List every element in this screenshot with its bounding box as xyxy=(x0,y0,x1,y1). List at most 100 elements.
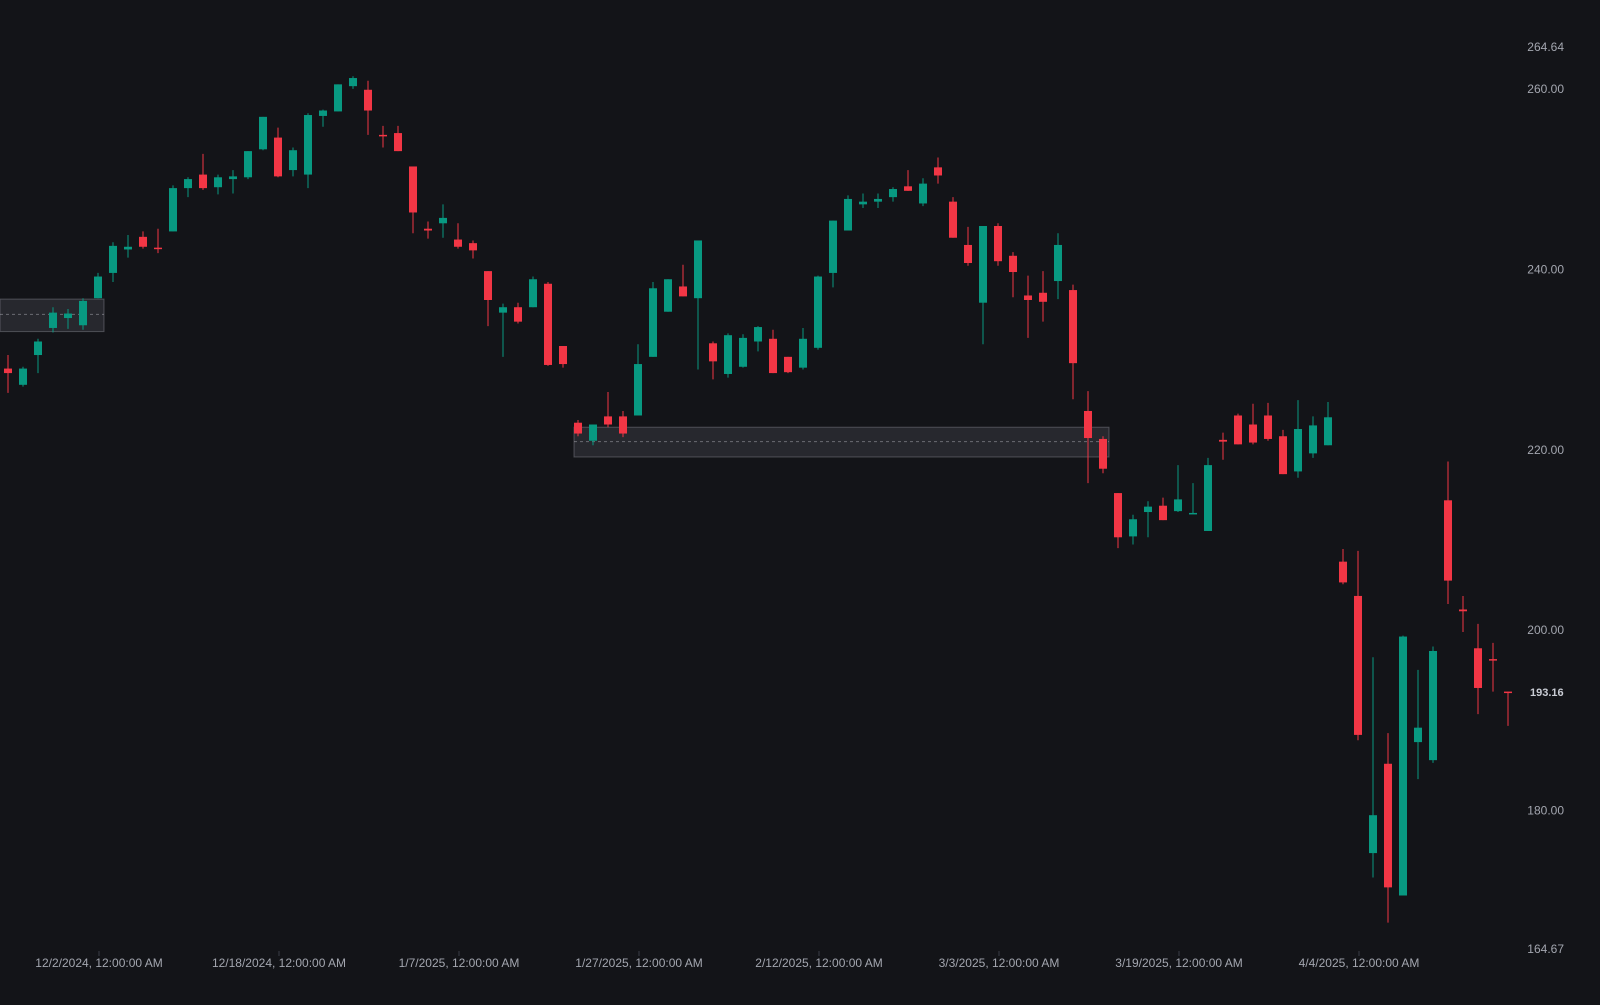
candle[interactable] xyxy=(1489,642,1497,692)
candle[interactable] xyxy=(1414,669,1422,780)
candle[interactable] xyxy=(199,153,207,190)
candle[interactable] xyxy=(169,185,177,232)
candle[interactable] xyxy=(814,275,822,350)
candle[interactable] xyxy=(94,272,102,299)
candle[interactable] xyxy=(844,195,852,231)
candle[interactable] xyxy=(829,220,837,288)
candle[interactable] xyxy=(1144,501,1152,538)
candle[interactable] xyxy=(499,303,507,357)
candle[interactable] xyxy=(1054,233,1062,300)
candle[interactable] xyxy=(1219,432,1227,460)
candle[interactable] xyxy=(259,116,267,151)
candle[interactable] xyxy=(1099,436,1107,474)
candle[interactable] xyxy=(1159,497,1167,521)
candle[interactable] xyxy=(1384,733,1392,923)
candle[interactable] xyxy=(139,231,147,249)
candle[interactable] xyxy=(1069,284,1077,400)
candle[interactable] xyxy=(1324,401,1332,446)
candle[interactable] xyxy=(484,271,492,327)
candle[interactable] xyxy=(454,223,462,249)
candle[interactable] xyxy=(619,410,627,438)
candle[interactable] xyxy=(1279,429,1287,475)
candle[interactable] xyxy=(289,147,297,177)
candle[interactable] xyxy=(799,327,807,370)
candle[interactable] xyxy=(634,344,642,416)
candle[interactable] xyxy=(469,240,477,259)
candle[interactable] xyxy=(409,166,417,234)
candle[interactable] xyxy=(994,223,1002,266)
candle[interactable] xyxy=(1369,657,1377,878)
candle[interactable] xyxy=(1474,623,1482,715)
candle[interactable] xyxy=(1084,391,1092,484)
candle[interactable] xyxy=(1129,514,1137,545)
candle[interactable] xyxy=(229,170,237,194)
candle[interactable] xyxy=(664,279,672,312)
candle[interactable] xyxy=(1114,493,1122,549)
price-axis[interactable]: 264.64 260.00 240.00 220.00 200.00 180.00 164.… xyxy=(1527,40,1564,956)
candle[interactable] xyxy=(694,240,702,370)
candle[interactable] xyxy=(214,174,222,195)
candle[interactable] xyxy=(1204,457,1212,531)
candle[interactable] xyxy=(784,356,792,374)
candle[interactable] xyxy=(679,264,687,297)
candle[interactable] xyxy=(1444,461,1452,605)
candle[interactable] xyxy=(184,177,192,198)
candle[interactable] xyxy=(559,346,567,368)
candle[interactable] xyxy=(964,226,972,266)
candle[interactable] xyxy=(1234,413,1242,445)
candle[interactable] xyxy=(739,334,747,368)
candle[interactable] xyxy=(1429,646,1437,763)
candle[interactable] xyxy=(349,76,357,89)
candle[interactable] xyxy=(394,125,402,152)
candle[interactable] xyxy=(1459,595,1467,633)
candle[interactable] xyxy=(124,235,132,258)
candle[interactable] xyxy=(979,226,987,345)
candle[interactable] xyxy=(934,157,942,184)
candle[interactable] xyxy=(1399,635,1407,896)
candlestick-chart[interactable]: 264.64 260.00 240.00 220.00 200.00 180.00 164.… xyxy=(0,0,1600,1000)
candle[interactable] xyxy=(334,84,342,112)
candle[interactable] xyxy=(274,127,282,178)
candle[interactable] xyxy=(4,355,12,393)
candle[interactable] xyxy=(244,151,252,180)
candle[interactable] xyxy=(754,326,762,352)
candle[interactable] xyxy=(919,178,927,207)
candle[interactable] xyxy=(154,228,162,254)
candle[interactable] xyxy=(859,193,867,208)
candle[interactable] xyxy=(544,281,552,366)
candle[interactable] xyxy=(1039,271,1047,322)
candle[interactable] xyxy=(79,298,87,330)
candle[interactable] xyxy=(1009,252,1017,298)
candle[interactable] xyxy=(379,125,387,148)
candle[interactable] xyxy=(904,170,912,191)
candle[interactable] xyxy=(604,392,612,428)
candle[interactable] xyxy=(424,221,432,239)
candle[interactable] xyxy=(529,276,537,308)
candle[interactable] xyxy=(1339,549,1347,585)
candle[interactable] xyxy=(949,197,957,238)
candle[interactable] xyxy=(19,366,27,387)
candle[interactable] xyxy=(514,302,522,324)
candle[interactable] xyxy=(319,109,327,127)
candle[interactable] xyxy=(769,329,777,374)
candle[interactable] xyxy=(649,281,657,357)
candle[interactable] xyxy=(1354,550,1362,741)
candle[interactable] xyxy=(1249,403,1257,445)
candle[interactable] xyxy=(439,204,447,238)
time-axis[interactable]: 12/2/2024, 12:00:00 AM 12/18/2024, 12:00:… xyxy=(35,951,1419,970)
candle[interactable] xyxy=(889,187,897,202)
candle[interactable] xyxy=(874,193,882,208)
candle[interactable] xyxy=(1309,416,1317,458)
candle[interactable] xyxy=(709,341,717,380)
candle[interactable] xyxy=(364,80,372,135)
candle[interactable] xyxy=(1189,483,1197,515)
candle[interactable] xyxy=(1174,465,1182,513)
candle[interactable] xyxy=(1264,402,1272,441)
candle[interactable] xyxy=(109,242,117,282)
candle[interactable] xyxy=(1024,275,1032,338)
candle[interactable] xyxy=(1294,400,1302,478)
candle[interactable] xyxy=(724,333,732,378)
candle[interactable] xyxy=(34,338,42,374)
candle[interactable] xyxy=(304,113,312,189)
candle[interactable] xyxy=(1504,691,1512,726)
